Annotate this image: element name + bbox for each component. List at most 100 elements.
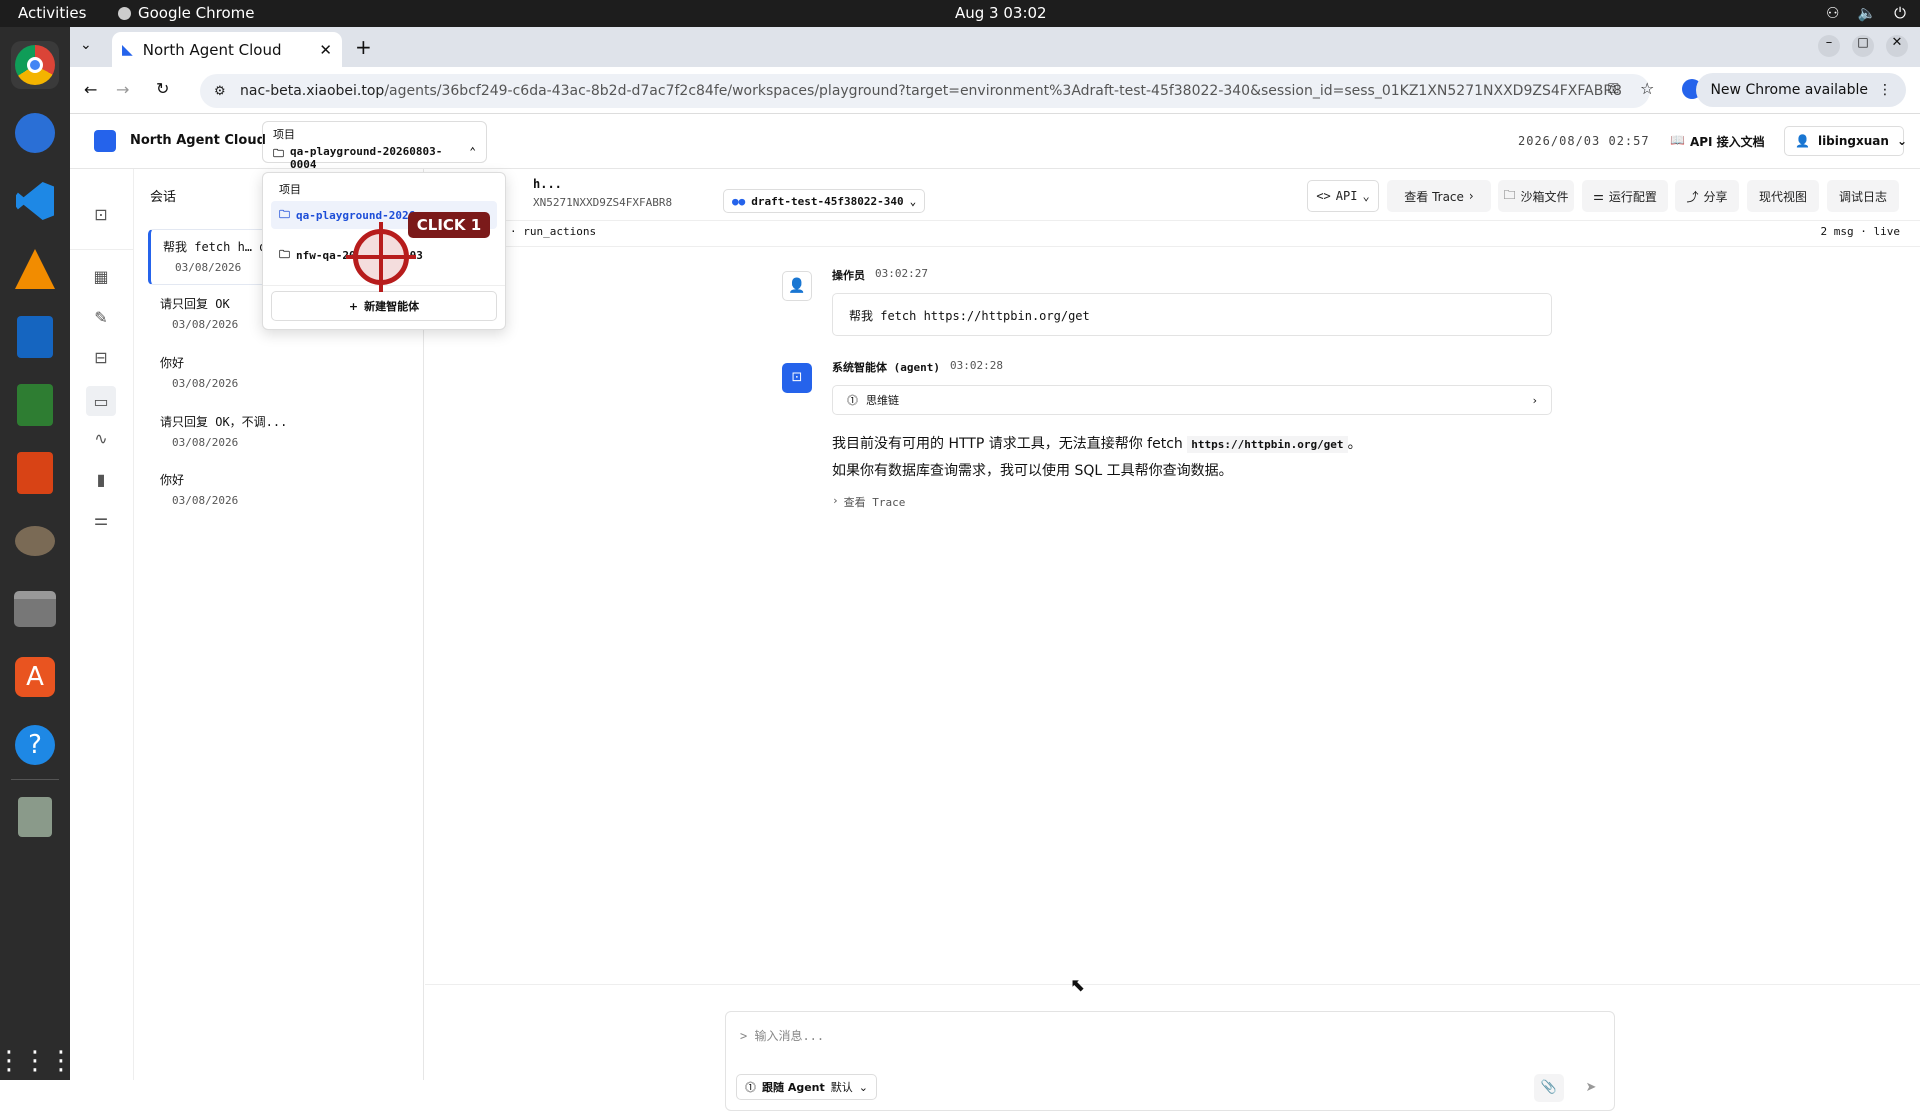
trash-dock-icon[interactable] (11, 793, 59, 841)
tab-north-agent-cloud[interactable]: ◣ North Agent Cloud ✕ (112, 32, 342, 67)
modern-view-button[interactable]: 现代视图 (1747, 180, 1819, 212)
session-item[interactable]: 你好 03/08/2026 (148, 463, 418, 519)
plus-icon: + (348, 299, 359, 313)
breadcrumb: · run_actions (510, 225, 597, 238)
impress-dock-icon[interactable] (11, 449, 59, 497)
activity-icon[interactable]: ∿ (90, 427, 112, 449)
folder-icon: 🗀 (273, 147, 284, 160)
click-marker-label: CLICK 1 (408, 212, 490, 238)
nav-rail: ⊡ ▦ ✎ ⊟ ▭ ∿ ▮ ⚌ (70, 169, 134, 1080)
clock[interactable]: Aug 3 03:02 (955, 4, 1047, 22)
address-bar[interactable]: ⚙ nac-beta.xiaobei.top/agents/36bcf249-c… (200, 74, 1650, 108)
edit-icon[interactable]: ✎ (90, 306, 112, 328)
new-agent-button[interactable]: + 新建智能体 (271, 291, 497, 321)
terminal-icon[interactable]: ⊟ (90, 346, 112, 368)
chrome-dock-icon[interactable] (11, 41, 59, 89)
thought-chain-toggle[interactable]: ⓵ 思维链 › (832, 385, 1552, 415)
chat-icon[interactable]: ▭ (86, 386, 116, 416)
help-dock-icon[interactable]: ? (11, 721, 59, 769)
brand-name[interactable]: North Agent Cloud (130, 133, 266, 148)
api-docs-link[interactable]: 📖 API 接入文档 (1670, 133, 1765, 150)
folder-icon: 🗀 (279, 247, 290, 261)
new-tab-icon[interactable]: + (355, 35, 372, 59)
power-icon: ⏻ (1894, 4, 1906, 22)
project-dropdown: 项目 🗀 qa-playground-2026 🗀 nfw-qa-20 03 + 新建智… (262, 172, 506, 330)
api-button[interactable]: <> API ⌄ (1307, 180, 1379, 212)
message-author: 操作员 (832, 269, 865, 282)
operator-message-bubble: 帮我 fetch https://httpbin.org/get (832, 293, 1552, 336)
password-key-icon[interactable]: ⚿ (1608, 81, 1619, 97)
tab-close-icon[interactable]: ✕ (319, 41, 332, 59)
network-icon: ⚇ (1825, 4, 1840, 22)
chevron-down-icon: ⌄ (909, 194, 917, 208)
gimp-dock-icon[interactable] (11, 517, 59, 565)
app-center-dock-icon[interactable]: A (11, 653, 59, 701)
tab-favicon-icon: ◣ (122, 41, 133, 58)
chevron-down-icon: ⌄ (858, 1080, 868, 1094)
message-time: 03:02:27 (875, 267, 928, 280)
calc-dock-icon[interactable] (11, 381, 59, 429)
crosshair-icon (346, 222, 416, 292)
activities-button[interactable]: Activities (18, 4, 86, 22)
agent-icon[interactable]: ⊡ (90, 203, 112, 225)
forward-icon[interactable]: → (116, 80, 129, 99)
chart-icon[interactable]: ▮ (90, 468, 112, 490)
settings-sliders-icon[interactable]: ⚌ (90, 508, 112, 530)
bookmark-star-icon[interactable]: ☆ (1640, 79, 1654, 98)
folder-icon: 🗀 (279, 207, 290, 221)
code-icon: <> (1316, 189, 1331, 203)
share-icon: ⤴ (1686, 189, 1699, 204)
chrome-update-button[interactable]: New Chrome available ⋮ (1696, 73, 1906, 107)
vlc-dock-icon[interactable] (11, 245, 59, 293)
run-config-button[interactable]: ⚌ 运行配置 (1582, 180, 1668, 212)
view-trace-button[interactable]: 查看 Trace › (1387, 180, 1491, 212)
dashboard-icon[interactable]: ▦ (90, 265, 112, 287)
chrome-icon (118, 6, 131, 20)
back-icon[interactable]: ← (84, 80, 97, 99)
debug-log-button[interactable]: 调试日志 (1827, 180, 1899, 212)
close-window-icon[interactable]: ✕ (1886, 35, 1908, 57)
user-icon: 👤 (1795, 134, 1810, 148)
writer-dock-icon[interactable] (11, 313, 59, 361)
operator-avatar: 👤 (782, 271, 812, 301)
site-info-icon[interactable]: ⚙ (214, 84, 226, 99)
chevron-right-icon: › (832, 494, 839, 507)
vscode-dock-icon[interactable] (11, 177, 59, 225)
chrome-tab-bar: ⌄ ◣ North Agent Cloud ✕ + – □ ✕ (70, 27, 1920, 67)
system-tray[interactable]: ⚇ 🔈 ⏻ (1826, 4, 1906, 22)
thunderbird-dock-icon[interactable] (11, 109, 59, 157)
user-menu[interactable]: 👤 libingxuan ⌄ (1784, 126, 1908, 156)
project-selector[interactable]: 项目 🗀 qa-playground-20260803-0004 ⌃ (262, 121, 487, 171)
chat-title: h... (533, 177, 562, 191)
chrome-toolbar: ← → ↻ ⚙ nac-beta.xiaobei.top/agents/36bc… (70, 67, 1920, 114)
chevron-right-icon: › (1468, 189, 1474, 203)
status-dots-icon: ●● (732, 194, 746, 208)
attach-icon[interactable]: 📎 (1534, 1074, 1564, 1102)
agent-mode-selector[interactable]: ⓵ 跟随 Agent 默认 ⌄ (736, 1074, 877, 1100)
chevron-down-icon: ⌄ (1896, 134, 1908, 148)
minimize-icon[interactable]: – (1818, 35, 1840, 57)
sandbox-files-button[interactable]: 🗀 沙箱文件 (1498, 180, 1574, 212)
chat-main: h... XN5271NXXD9ZS4FXFABR8 ●● draft-test-… (425, 169, 1920, 1111)
share-button[interactable]: ⤴ 分享 (1675, 180, 1739, 212)
maximize-icon[interactable]: □ (1852, 35, 1874, 57)
menu-kebab-icon: ⋮ (1878, 82, 1892, 98)
reload-icon[interactable]: ↻ (156, 79, 169, 98)
chevron-down-icon: ⌄ (1362, 189, 1370, 203)
sliders-icon: ⚌ (1593, 189, 1604, 203)
chevron-up-icon: ⌃ (469, 145, 476, 158)
files-dock-icon[interactable] (11, 585, 59, 633)
show-apps-icon[interactable]: ⋮⋮⋮ (0, 1037, 74, 1085)
environment-selector[interactable]: ●● draft-test-45f38022-340 ⌄ (723, 189, 926, 213)
message-input[interactable]: > 输入消息... (740, 1027, 1600, 1044)
brain-icon: ⓵ (745, 1081, 756, 1094)
session-item[interactable]: 你好 03/08/2026 (148, 346, 418, 402)
send-icon[interactable]: ➤ (1576, 1074, 1606, 1102)
session-item[interactable]: 请只回复 OK，不调... 03/08/2026 (148, 405, 418, 461)
active-app[interactable]: Google Chrome (118, 4, 255, 22)
session-id: XN5271NXXD9ZS4FXFABR8 (533, 196, 673, 209)
message-count: 2 msg · live (1820, 225, 1900, 238)
agent-reply: 我目前没有可用的 HTTP 请求工具，无法直接帮你 fetch https://… (832, 436, 1362, 479)
view-trace-link[interactable]: › 查看 Trace (832, 494, 905, 510)
tab-search-icon[interactable]: ⌄ (80, 37, 92, 53)
